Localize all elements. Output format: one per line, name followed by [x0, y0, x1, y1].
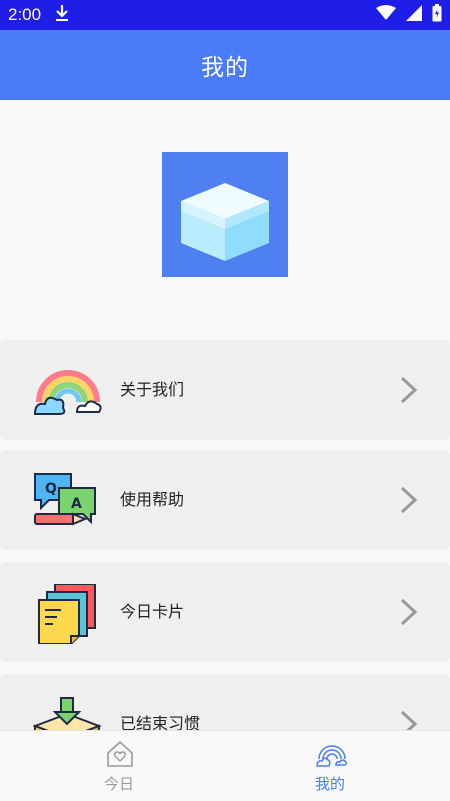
chevron-right-icon: [396, 597, 420, 627]
tab-mine[interactable]: 我的: [270, 731, 390, 801]
download-icon: [55, 4, 69, 26]
battery-icon: [432, 4, 442, 26]
app-logo: [162, 152, 288, 277]
box-icon: [181, 182, 269, 261]
status-time: 2:00: [8, 5, 42, 24]
signal-icon: [406, 5, 422, 25]
menu-item-about[interactable]: 关于我们: [0, 340, 450, 440]
svg-text:A: A: [71, 496, 82, 512]
bottom-tab-bar: 今日 我的: [0, 730, 450, 801]
menu-item-label: 使用帮助: [120, 490, 185, 509]
rainbow-icon: [33, 362, 103, 418]
svg-text:Q: Q: [45, 481, 57, 497]
rainbow-outline-icon: [316, 739, 347, 769]
tab-today[interactable]: 今日: [59, 731, 179, 801]
menu-item-today-cards[interactable]: 今日卡片: [0, 562, 450, 662]
home-heart-icon: [105, 739, 135, 769]
page-title: 我的: [201, 55, 249, 81]
status-bar: 2:00: [0, 0, 450, 30]
status-left: 2:00: [8, 4, 69, 26]
menu-item-label: 关于我们: [120, 380, 185, 399]
menu-item-label: 今日卡片: [120, 602, 185, 621]
qa-chat-icon: Q A: [33, 472, 103, 528]
tab-label: 今日: [103, 775, 134, 793]
status-right: [376, 4, 442, 26]
sticky-notes-icon: [33, 583, 103, 645]
app-bar: 我的: [0, 30, 450, 100]
menu-item-help[interactable]: Q A 使用帮助: [0, 450, 450, 550]
chevron-right-icon: [396, 485, 420, 515]
chevron-right-icon: [396, 375, 420, 405]
wifi-icon: [376, 5, 396, 25]
tab-label: 我的: [314, 775, 345, 793]
